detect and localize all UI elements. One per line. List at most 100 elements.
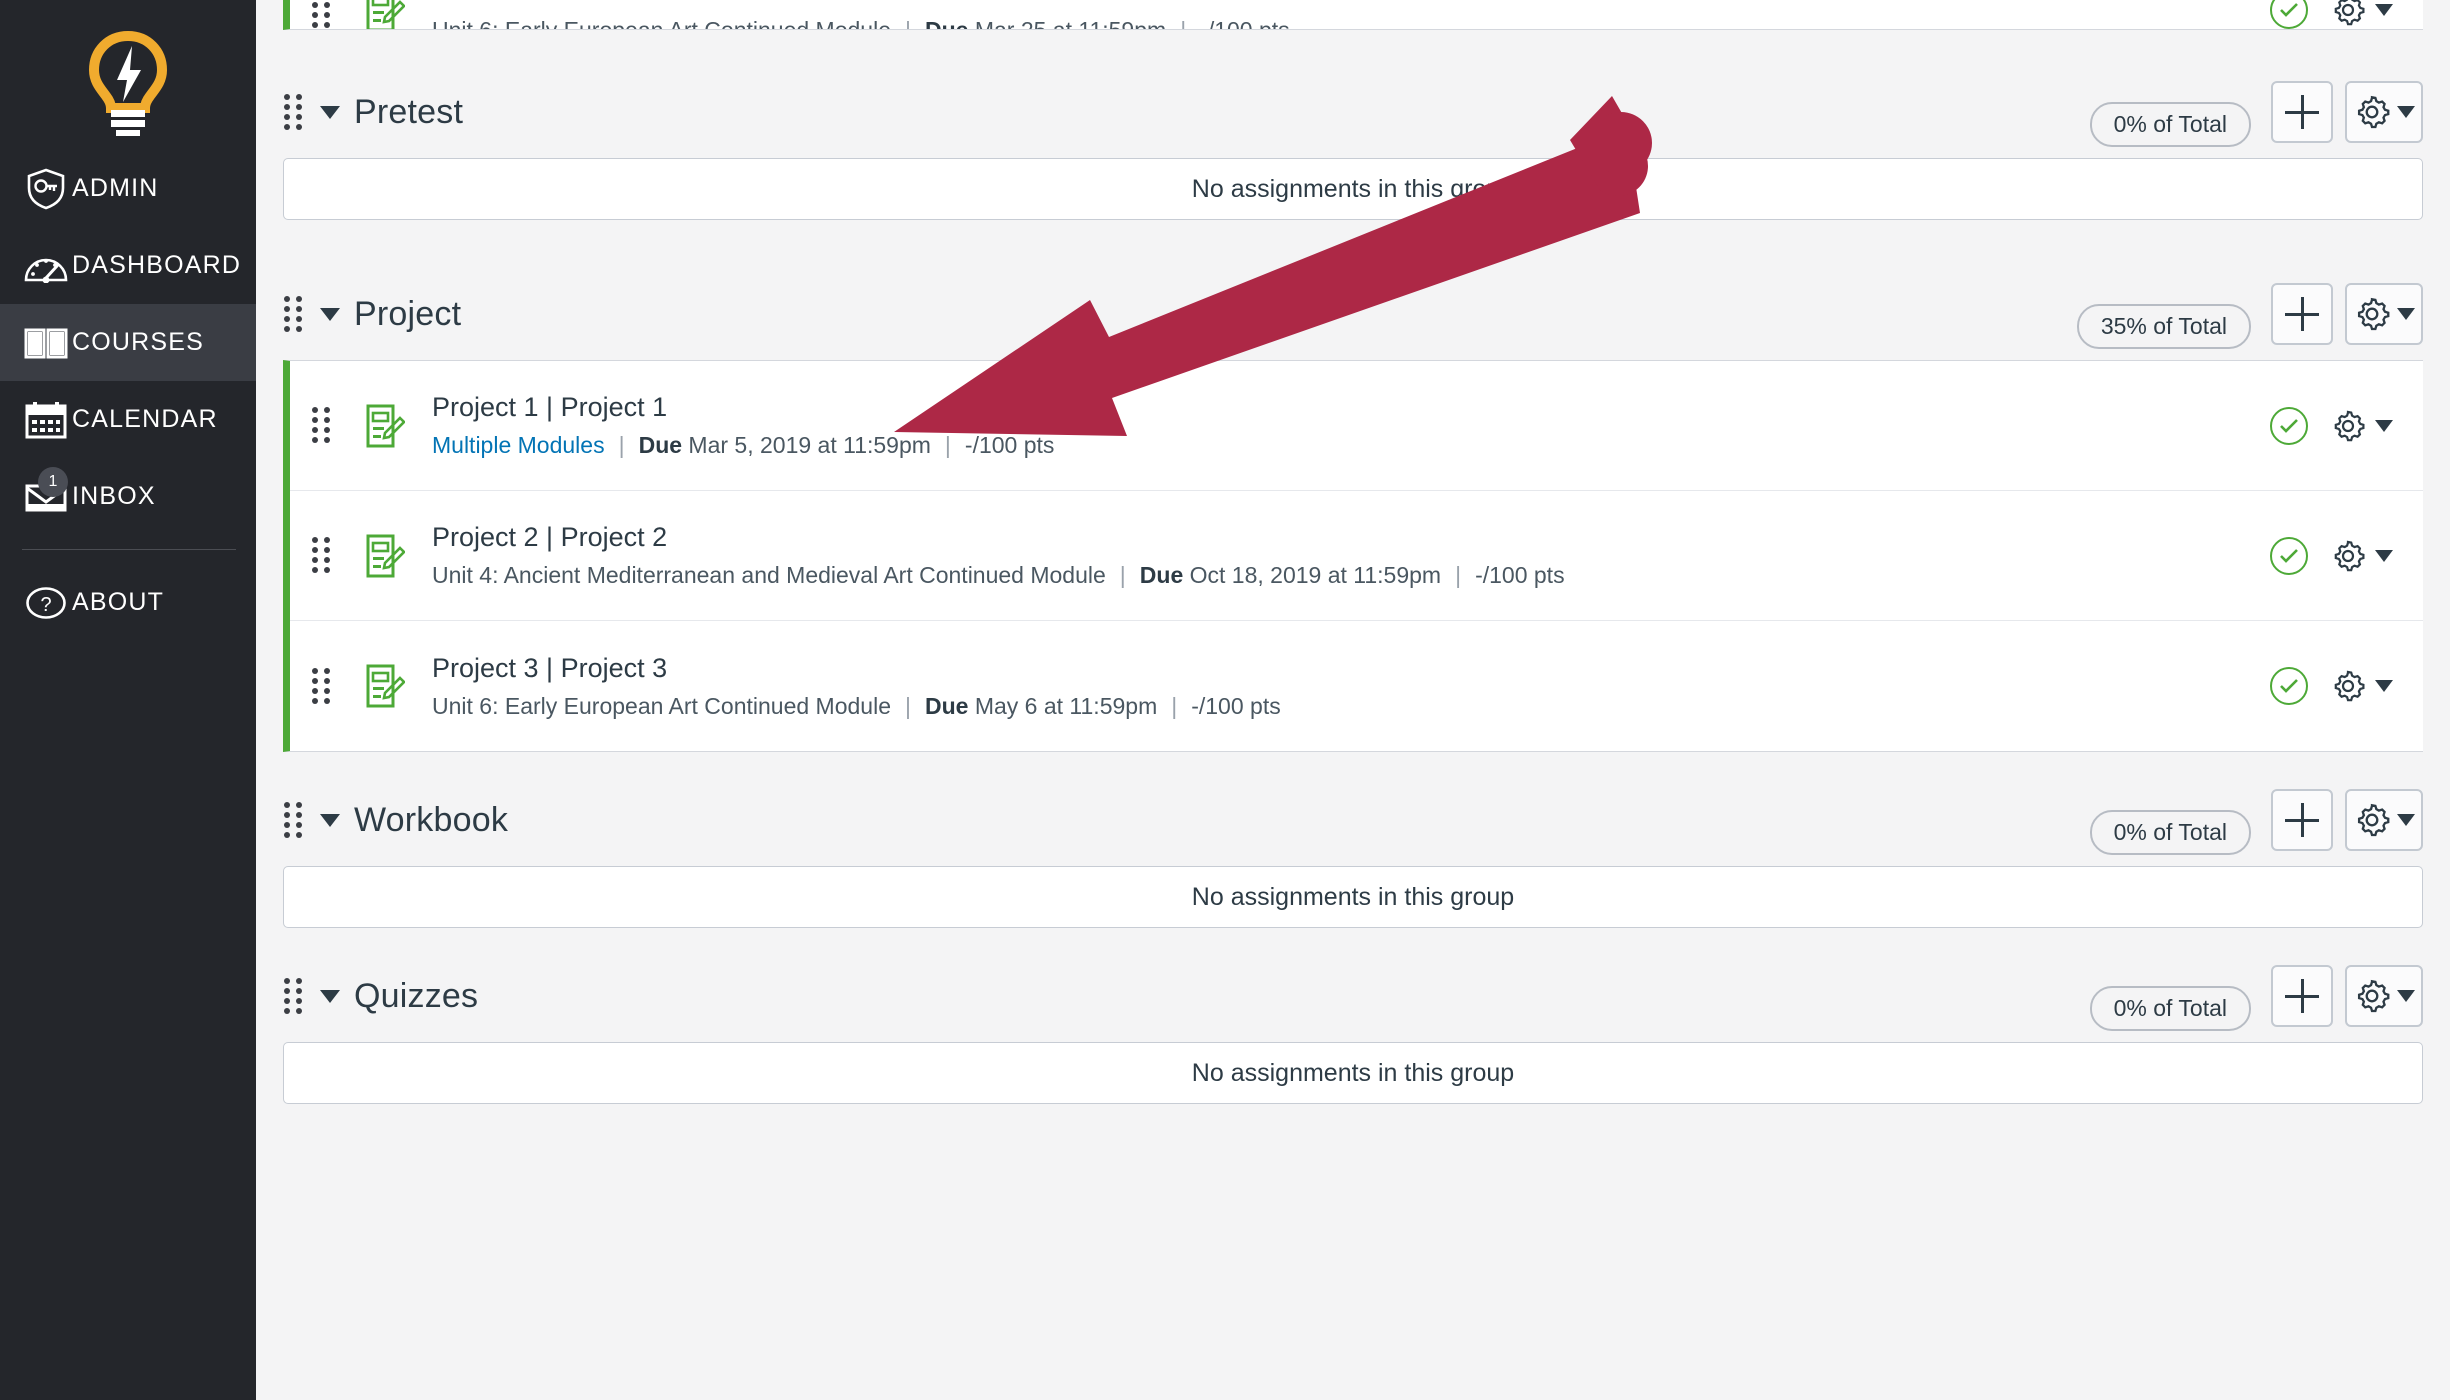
assignment-group-header-workbook: Workbook 0% of Total [256,774,2450,866]
group-collapse-toggle[interactable] [320,307,340,321]
group-title: Project [354,294,462,333]
chevron-down-icon [2397,308,2415,320]
group-title: Pretest [354,92,464,131]
table-row[interactable]: Project 2 | Project 2 Unit 4: Ancient Me… [290,491,2423,621]
global-sidebar: ADMIN DASHBOARD COURSES CALENDAR 1 INBOX… [0,0,256,1400]
chevron-down-icon [2397,990,2415,1002]
assignment-group-header-quizzes: Quizzes 0% of Total [256,950,2450,1042]
drag-handle-icon[interactable] [312,0,334,29]
check-circle-icon[interactable] [2270,406,2308,445]
assignment-points: -/100 pts [964,432,1055,458]
assignment-meta: Unit 6: Early European Art Continued Mod… [432,693,1281,720]
plus-icon [2285,979,2319,1013]
group-collapse-toggle[interactable] [320,989,340,1003]
add-assignment-button[interactable] [2271,81,2333,143]
assignment-settings-menu[interactable] [2330,668,2393,704]
sidebar-item-label: ABOUT [72,588,165,616]
assignment-module: Unit 4: Ancient Mediterranean and Mediev… [432,562,1106,588]
table-row[interactable]: Project 1 | Project 1 Multiple Modules |… [290,361,2423,491]
gear-icon [2357,803,2390,837]
chevron-down-icon [2375,419,2393,432]
lightbulb-logo[interactable] [0,0,256,150]
meta-separator: | [618,432,625,458]
drag-handle-icon[interactable] [284,295,306,333]
svg-text:?: ? [40,594,51,616]
assignment-icon [362,0,408,29]
shield-key-icon [20,168,72,210]
add-assignment-button[interactable] [2271,965,2333,1027]
add-assignment-button[interactable] [2271,283,2333,345]
gear-icon [2334,540,2365,571]
sidebar-item-about[interactable]: ? ABOUT [0,564,256,641]
group-settings-button[interactable] [2345,283,2423,345]
due-label: Due [924,692,969,719]
plus-icon [2285,297,2319,331]
assignment-title[interactable]: Project 2 | Project 2 [432,522,1565,553]
check-circle-icon[interactable] [2270,0,2308,29]
sidebar-item-admin[interactable]: ADMIN [0,150,256,227]
group-settings-button[interactable] [2345,789,2423,851]
group-weight-badge: 0% of Total [2089,101,2251,147]
drag-handle-icon[interactable] [312,537,334,574]
assignment-settings-menu[interactable] [2330,0,2393,28]
group-weight-badge: 0% of Total [2089,985,2251,1031]
table-row[interactable]: Project 3 | Project 3 Unit 6: Early Euro… [290,621,2423,751]
assignment-meta: Unit 6: Early European Art Continued Mod… [432,16,1290,30]
meta-separator: | [905,16,911,30]
group-settings-button[interactable] [2345,81,2423,143]
empty-group-message-quizzes: No assignments in this group [283,1042,2423,1104]
empty-group-message-pretest: No assignments in this group [283,158,2423,220]
partial-assignment-row[interactable]: Unit 6: Early European Art Continued Mod… [283,0,2423,30]
sidebar-divider [22,549,236,550]
meta-separator: | [1180,16,1187,30]
assignment-title[interactable]: Project 1 | Project 1 [432,392,1054,423]
assignment-group-header-project: Project 35% of Total [256,268,2450,360]
plus-icon [2285,803,2319,837]
assignment-list-project: Project 1 | Project 1 Multiple Modules |… [283,360,2423,752]
check-circle-icon[interactable] [2270,667,2308,705]
assignment-title[interactable]: Project 3 | Project 3 [432,653,1281,684]
add-assignment-button[interactable] [2271,789,2333,851]
assignment-settings-menu[interactable] [2330,408,2393,444]
gear-icon [2334,410,2365,441]
assignment-icon [362,664,408,708]
group-collapse-toggle[interactable] [320,105,340,119]
assignment-icon [362,534,408,578]
assignment-module-link[interactable]: Multiple Modules [432,432,605,459]
sidebar-item-calendar[interactable]: CALENDAR [0,381,256,458]
gauge-icon [20,249,72,283]
meta-separator: | [1455,562,1462,588]
gear-icon [2334,670,2365,702]
group-weight-badge: 0% of Total [2089,809,2251,855]
chevron-down-icon [2375,680,2393,692]
gear-icon [2357,297,2390,331]
calendar-icon [20,401,72,439]
sidebar-item-label: INBOX [72,482,156,510]
drag-handle-icon[interactable] [312,407,334,444]
inbox-icon: 1 [20,466,72,514]
check-circle-icon[interactable] [2270,536,2308,575]
assignment-title[interactable] [432,0,1290,8]
gear-icon [2357,95,2390,129]
chevron-down-icon [2375,549,2393,562]
drag-handle-icon[interactable] [312,667,334,705]
meta-separator: | [905,692,911,719]
group-weight-badge: 35% of Total [2076,303,2251,349]
group-title: Quizzes [354,976,479,1015]
drag-handle-icon[interactable] [284,801,306,839]
sidebar-item-label: CALENDAR [72,405,218,433]
assignment-settings-menu[interactable] [2330,538,2393,574]
drag-handle-icon[interactable] [284,977,306,1015]
canvas-app: ADMIN DASHBOARD COURSES CALENDAR 1 INBOX… [0,0,2450,1400]
chevron-down-icon [2375,4,2393,16]
meta-separator: | [1171,692,1178,719]
empty-group-message-workbook: No assignments in this group [283,866,2423,928]
sidebar-item-label: DASHBOARD [72,251,242,279]
drag-handle-icon[interactable] [284,93,306,131]
sidebar-item-inbox[interactable]: 1 INBOX [0,458,256,535]
group-settings-button[interactable] [2345,965,2423,1027]
sidebar-item-courses[interactable]: COURSES [0,304,256,381]
gear-icon [2357,979,2390,1013]
group-collapse-toggle[interactable] [320,813,340,827]
sidebar-item-dashboard[interactable]: DASHBOARD [0,227,256,304]
